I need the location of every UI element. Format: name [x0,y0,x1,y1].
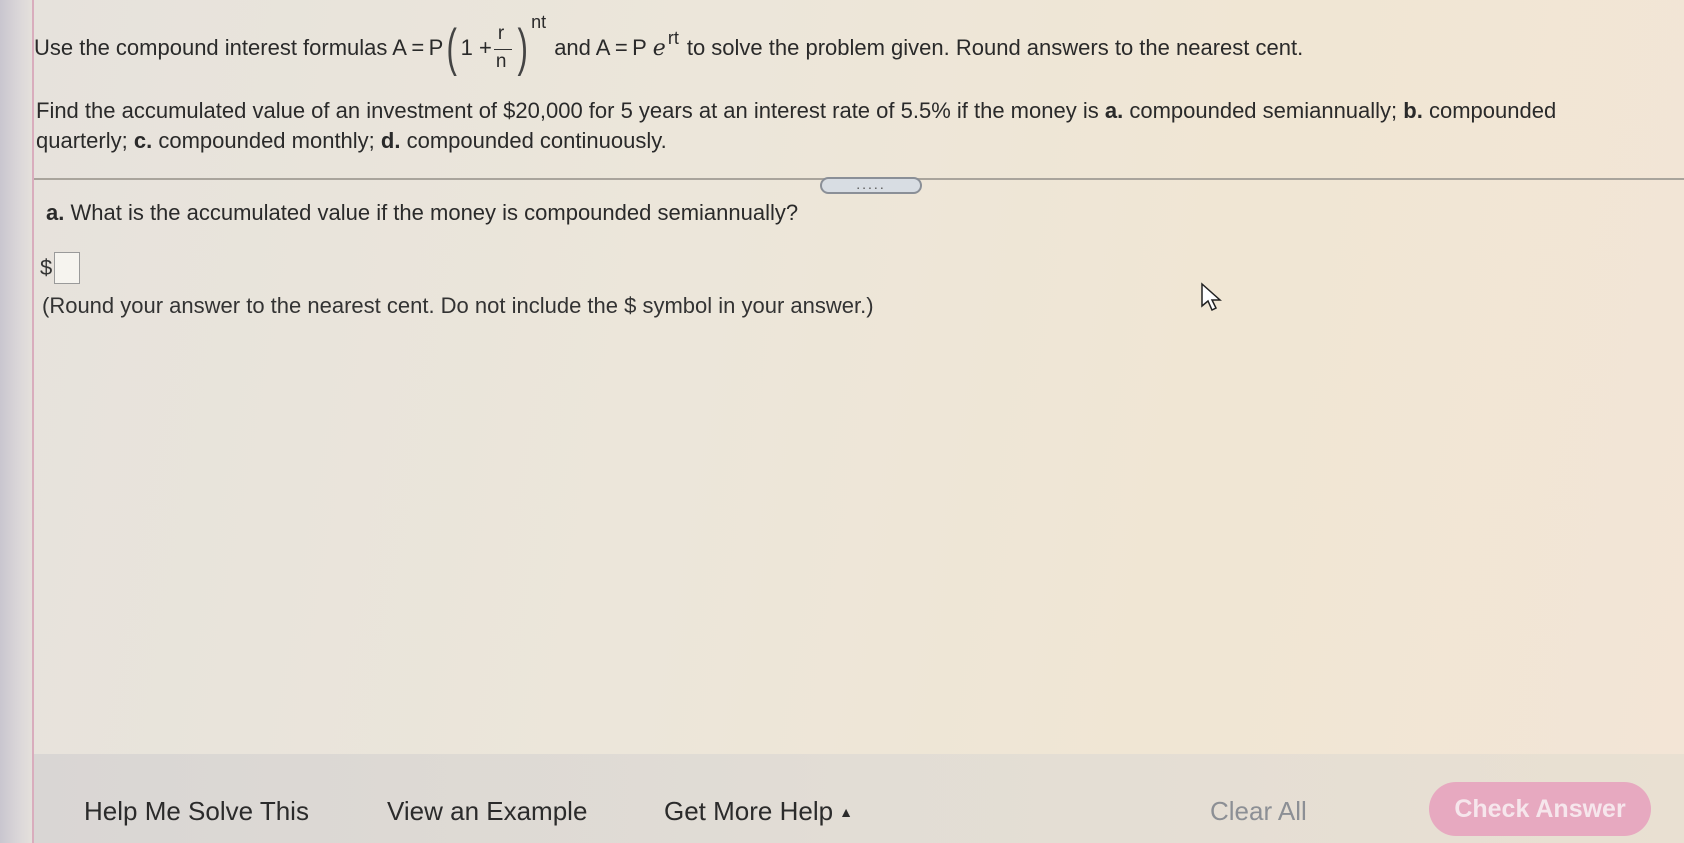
get-more-help-label: Get More Help [664,796,834,826]
exponent-nt: nt [531,11,547,32]
answer-input[interactable] [54,252,81,284]
fraction-bar [493,49,512,50]
fraction-denominator: n [495,51,507,72]
view-example-button[interactable]: View an Example [387,796,587,827]
part-a-text: compounded semiannually; [1129,98,1398,123]
part-b-text-cont: quarterly; [36,128,128,153]
clear-all-button[interactable]: Clear All [1210,796,1307,827]
mouse-cursor-icon [1201,282,1222,312]
instructions-prefix: Use the compound interest formulas A = P [34,35,444,60]
drag-handle[interactable]: ..... [820,177,922,194]
question-panel: Use the compound interest formulas A = P… [0,0,1684,760]
one-plus: 1 + [460,35,492,60]
instructions-mid: and A = P [554,35,647,60]
question-text: What is the accumulated value if the mon… [70,200,799,225]
get-more-help-button[interactable]: Get More Help ▲ [664,796,853,827]
part-c-text: compounded monthly; [158,128,375,153]
fraction-r-over-n: r n [492,23,514,73]
check-answer-button[interactable]: Check Answer [1429,782,1651,836]
round-note: (Round your answer to the nearest cent. … [42,293,874,318]
right-paren: ) [517,19,528,77]
part-d-label: d. [380,128,401,153]
part-b-text: compounded [1428,98,1557,123]
fraction-numerator: r [497,23,505,44]
exponent-rt: rt [667,27,679,48]
problem-text: Find the accumulated value of an investm… [36,98,1099,123]
question-a: a. What is the accumulated value if the … [46,200,798,226]
instructions: Use the compound interest formulas A = P… [34,12,1304,77]
part-c-label: c. [133,128,153,153]
help-me-solve-button[interactable]: Help Me Solve This [84,796,309,827]
question-label: a. [46,200,65,225]
caret-up-icon: ▲ [839,804,853,820]
footer-toolbar: Help Me Solve This View an Example Get M… [34,754,1684,843]
problem-statement: Find the accumulated value of an investm… [36,96,1636,156]
part-b-label: b. [1403,98,1423,123]
instructions-suffix: to solve the problem given. Round answer… [686,35,1304,60]
part-d-text: compounded continuously. [406,128,667,153]
euler-e: e [652,35,666,61]
left-paren: ( [446,19,458,77]
currency-symbol: $ [40,255,53,280]
answer-row: $ [40,252,81,284]
part-a-label: a. [1104,98,1124,123]
